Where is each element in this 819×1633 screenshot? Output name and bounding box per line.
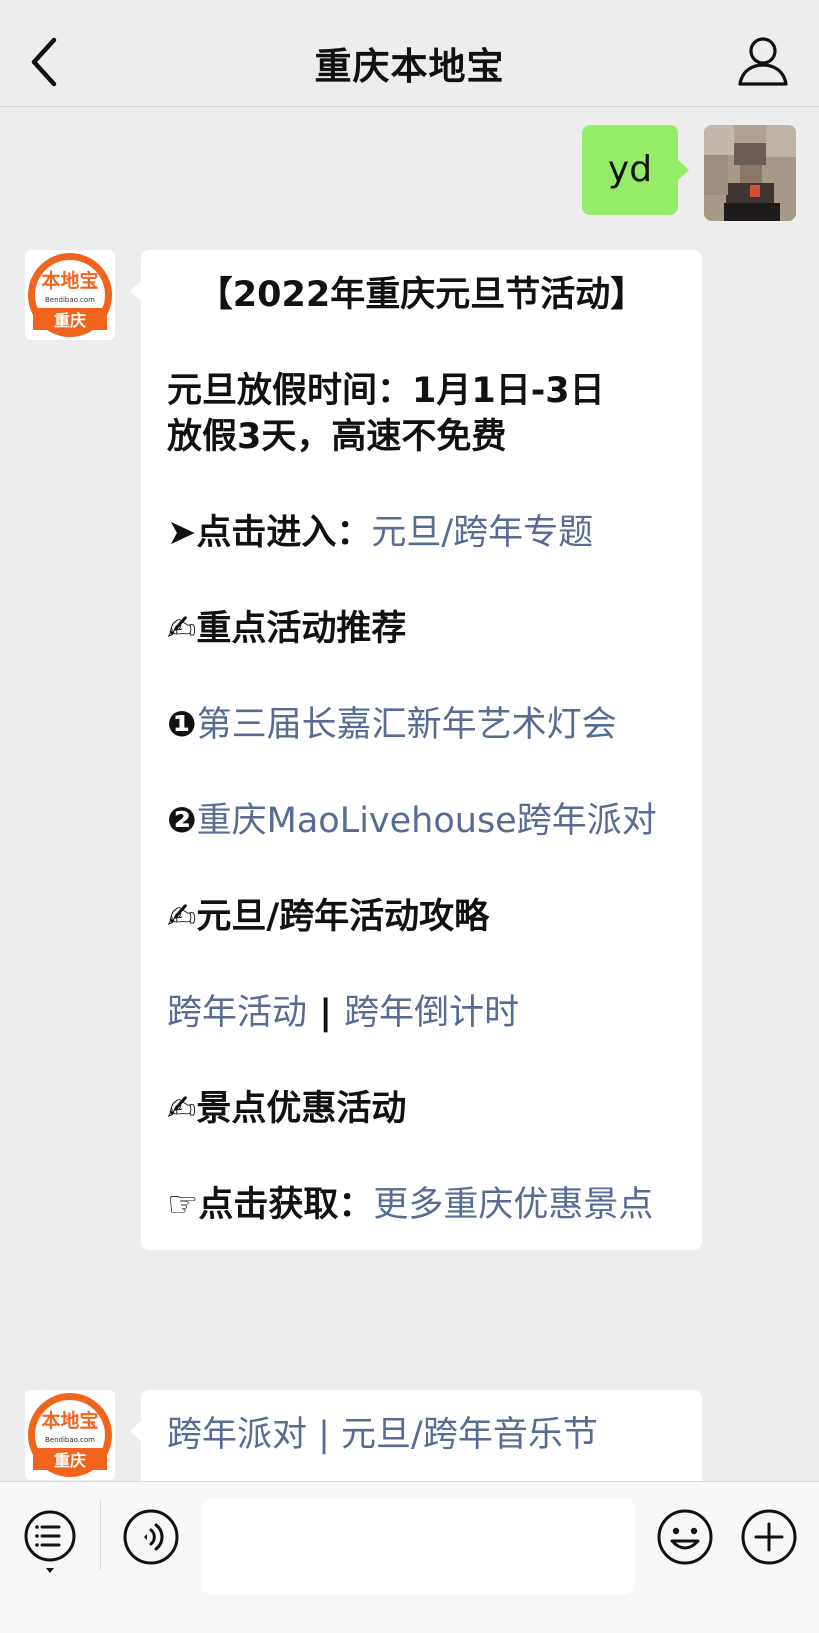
link-separator: | xyxy=(307,993,345,1033)
logo-top-text: 本地宝 xyxy=(41,269,98,292)
plus-icon xyxy=(741,1509,797,1565)
message-title: 【2022年重庆元旦节活动】 xyxy=(197,275,646,315)
featured-item-1: ❶第三届长嘉汇新年艺术灯会 xyxy=(167,702,676,748)
section-featured-events: ✍重点活动推荐 xyxy=(167,609,407,649)
bendibao-logo: 本地宝 Bendibao.com 重庆 xyxy=(28,253,112,337)
section-event-guide: ✍元旦/跨年活动攻略 xyxy=(167,897,490,937)
get-prefix: ☞点击获取： xyxy=(167,1185,374,1225)
incoming-message-bubble-2[interactable]: 跨年派对 | 元旦/跨年音乐节 xyxy=(130,1390,702,1481)
outgoing-message-text: yd xyxy=(607,149,653,190)
guide-links-line: 跨年活动 | 跨年倒计时 xyxy=(167,990,676,1036)
enter-topic-line: ➤点击进入：元旦/跨年专题 xyxy=(167,510,676,556)
input-toolbar xyxy=(0,1481,819,1633)
list-menu-icon xyxy=(24,1510,76,1573)
toolbar-divider xyxy=(100,1500,101,1570)
person-icon xyxy=(738,37,788,86)
section-scenic-discounts: ✍景点优惠活动 xyxy=(167,1089,407,1129)
new-year-topic-link[interactable]: 元旦/跨年专题 xyxy=(371,513,593,553)
enter-prefix: ➤点击进入： xyxy=(167,513,372,553)
get-discounts-line: ☞点击获取：更多重庆优惠景点 xyxy=(167,1182,676,1228)
voice-icon xyxy=(123,1509,179,1565)
mao-livehouse-link[interactable]: 重庆MaoLivehouse跨年派对 xyxy=(197,801,657,841)
message-list[interactable]: yd 本地宝 Bendibao.com 重庆 【2022年重庆元旦节活动】 元旦… xyxy=(0,107,819,1481)
countdown-link[interactable]: 跨年倒计时 xyxy=(344,993,519,1033)
more-button[interactable] xyxy=(740,1508,798,1570)
user-avatar-image xyxy=(704,125,796,221)
lantern-festival-link[interactable]: 第三届长嘉汇新年艺术灯会 xyxy=(197,705,617,745)
bendibao-logo: 本地宝 Bendibao.com 重庆 xyxy=(28,1393,112,1477)
profile-button[interactable] xyxy=(737,34,789,88)
voice-button[interactable] xyxy=(122,1508,180,1570)
featured-item-2: ❷重庆MaoLivehouse跨年派对 xyxy=(167,798,676,844)
second-message-text[interactable]: 跨年派对 | 元旦/跨年音乐节 xyxy=(167,1412,676,1458)
message-input[interactable] xyxy=(202,1498,634,1594)
account-avatar[interactable]: 本地宝 Bendibao.com 重庆 xyxy=(25,250,115,340)
new-year-events-link[interactable]: 跨年活动 xyxy=(167,993,307,1033)
outgoing-message-bubble[interactable]: yd xyxy=(582,125,689,215)
emoji-button[interactable] xyxy=(656,1508,714,1570)
item-1-marker: ❶ xyxy=(167,705,197,745)
account-avatar-2[interactable]: 本地宝 Bendibao.com 重庆 xyxy=(25,1390,115,1480)
menu-button[interactable] xyxy=(22,1508,78,1578)
logo-city-text: 重庆 xyxy=(54,1451,86,1470)
more-scenic-spots-link[interactable]: 更多重庆优惠景点 xyxy=(373,1185,653,1225)
logo-domain-text: Bendibao.com xyxy=(45,1436,95,1444)
smiley-icon xyxy=(657,1509,713,1565)
incoming-message-bubble[interactable]: 【2022年重庆元旦节活动】 元旦放假时间：1月1日-3日 放假3天，高速不免费… xyxy=(130,250,702,1250)
chat-title: 重庆本地宝 xyxy=(314,45,505,88)
item-2-marker: ❷ xyxy=(167,801,197,841)
chat-header: 重庆本地宝 xyxy=(0,0,819,107)
holiday-info: 元旦放假时间：1月1日-3日 放假3天，高速不免费 xyxy=(167,368,676,460)
holiday-line-2: 放假3天，高速不免费 xyxy=(167,417,507,457)
logo-top-text: 本地宝 xyxy=(41,1409,98,1432)
logo-city-text: 重庆 xyxy=(54,311,86,330)
user-avatar[interactable] xyxy=(704,125,796,221)
holiday-line-1: 元旦放假时间：1月1日-3日 xyxy=(167,371,605,411)
logo-domain-text: Bendibao.com xyxy=(45,296,95,304)
